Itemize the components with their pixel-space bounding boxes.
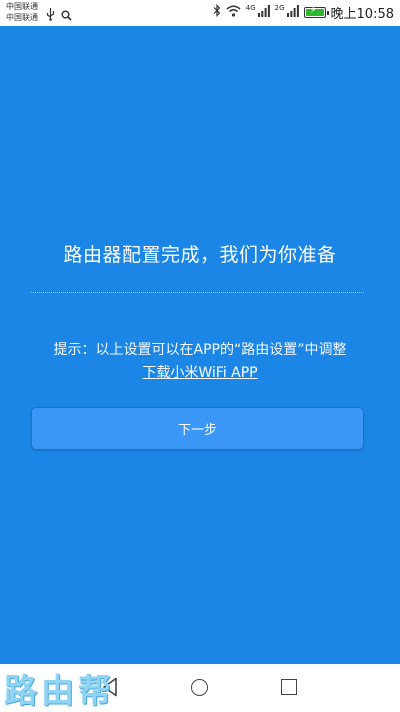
status-right: 4G 2G ⚡ 晚上10:58 xyxy=(213,3,394,22)
usb-icon xyxy=(46,6,55,25)
clock: 晚上10:58 xyxy=(330,7,394,22)
bluetooth-icon xyxy=(213,4,221,21)
network-type-4g: 4G xyxy=(245,3,256,12)
search-icon xyxy=(61,6,72,25)
next-button[interactable]: 下一步 xyxy=(31,407,364,450)
signal-icon-1 xyxy=(257,4,270,21)
status-bar: 中国联通 中国联通 4G 2G ⚡ 晚上10:58 xyxy=(0,0,400,26)
download-app-link[interactable]: 下载小米WiFi APP xyxy=(0,362,400,382)
home-icon[interactable] xyxy=(191,679,208,696)
page-title: 路由器配置完成，我们为你准备 xyxy=(63,244,337,266)
next-button-label: 下一步 xyxy=(177,423,217,438)
charging-icon: ⚡ xyxy=(309,5,317,16)
wifi-icon xyxy=(226,5,241,21)
hint-text: 提示：以上设置可以在APP的“路由设置”中调整 xyxy=(53,342,347,358)
watermark-logo: 路由帮 xyxy=(4,671,115,710)
carrier-info: 中国联通 中国联通 xyxy=(6,1,38,23)
carrier-1: 中国联通 xyxy=(6,2,38,11)
battery-icon: ⚡ xyxy=(303,5,329,18)
signal-icon-2 xyxy=(286,4,299,21)
divider xyxy=(31,292,364,293)
carrier-2: 中国联通 xyxy=(6,13,38,22)
notification-icons xyxy=(46,6,72,25)
network-type-2g: 2G xyxy=(274,3,285,12)
setup-complete-panel: 路由器配置完成，我们为你准备 提示：以上设置可以在APP的“路由设置”中调整 下… xyxy=(0,26,400,664)
recent-apps-icon[interactable] xyxy=(281,679,297,695)
